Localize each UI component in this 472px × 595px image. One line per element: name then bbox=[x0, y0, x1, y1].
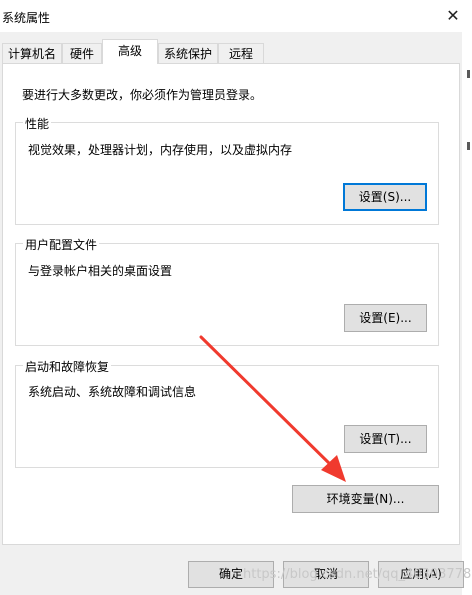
arrow-shaft bbox=[199, 335, 338, 472]
tab-advanced[interactable]: 高级 bbox=[102, 39, 158, 64]
annotation-arrow bbox=[199, 335, 346, 482]
